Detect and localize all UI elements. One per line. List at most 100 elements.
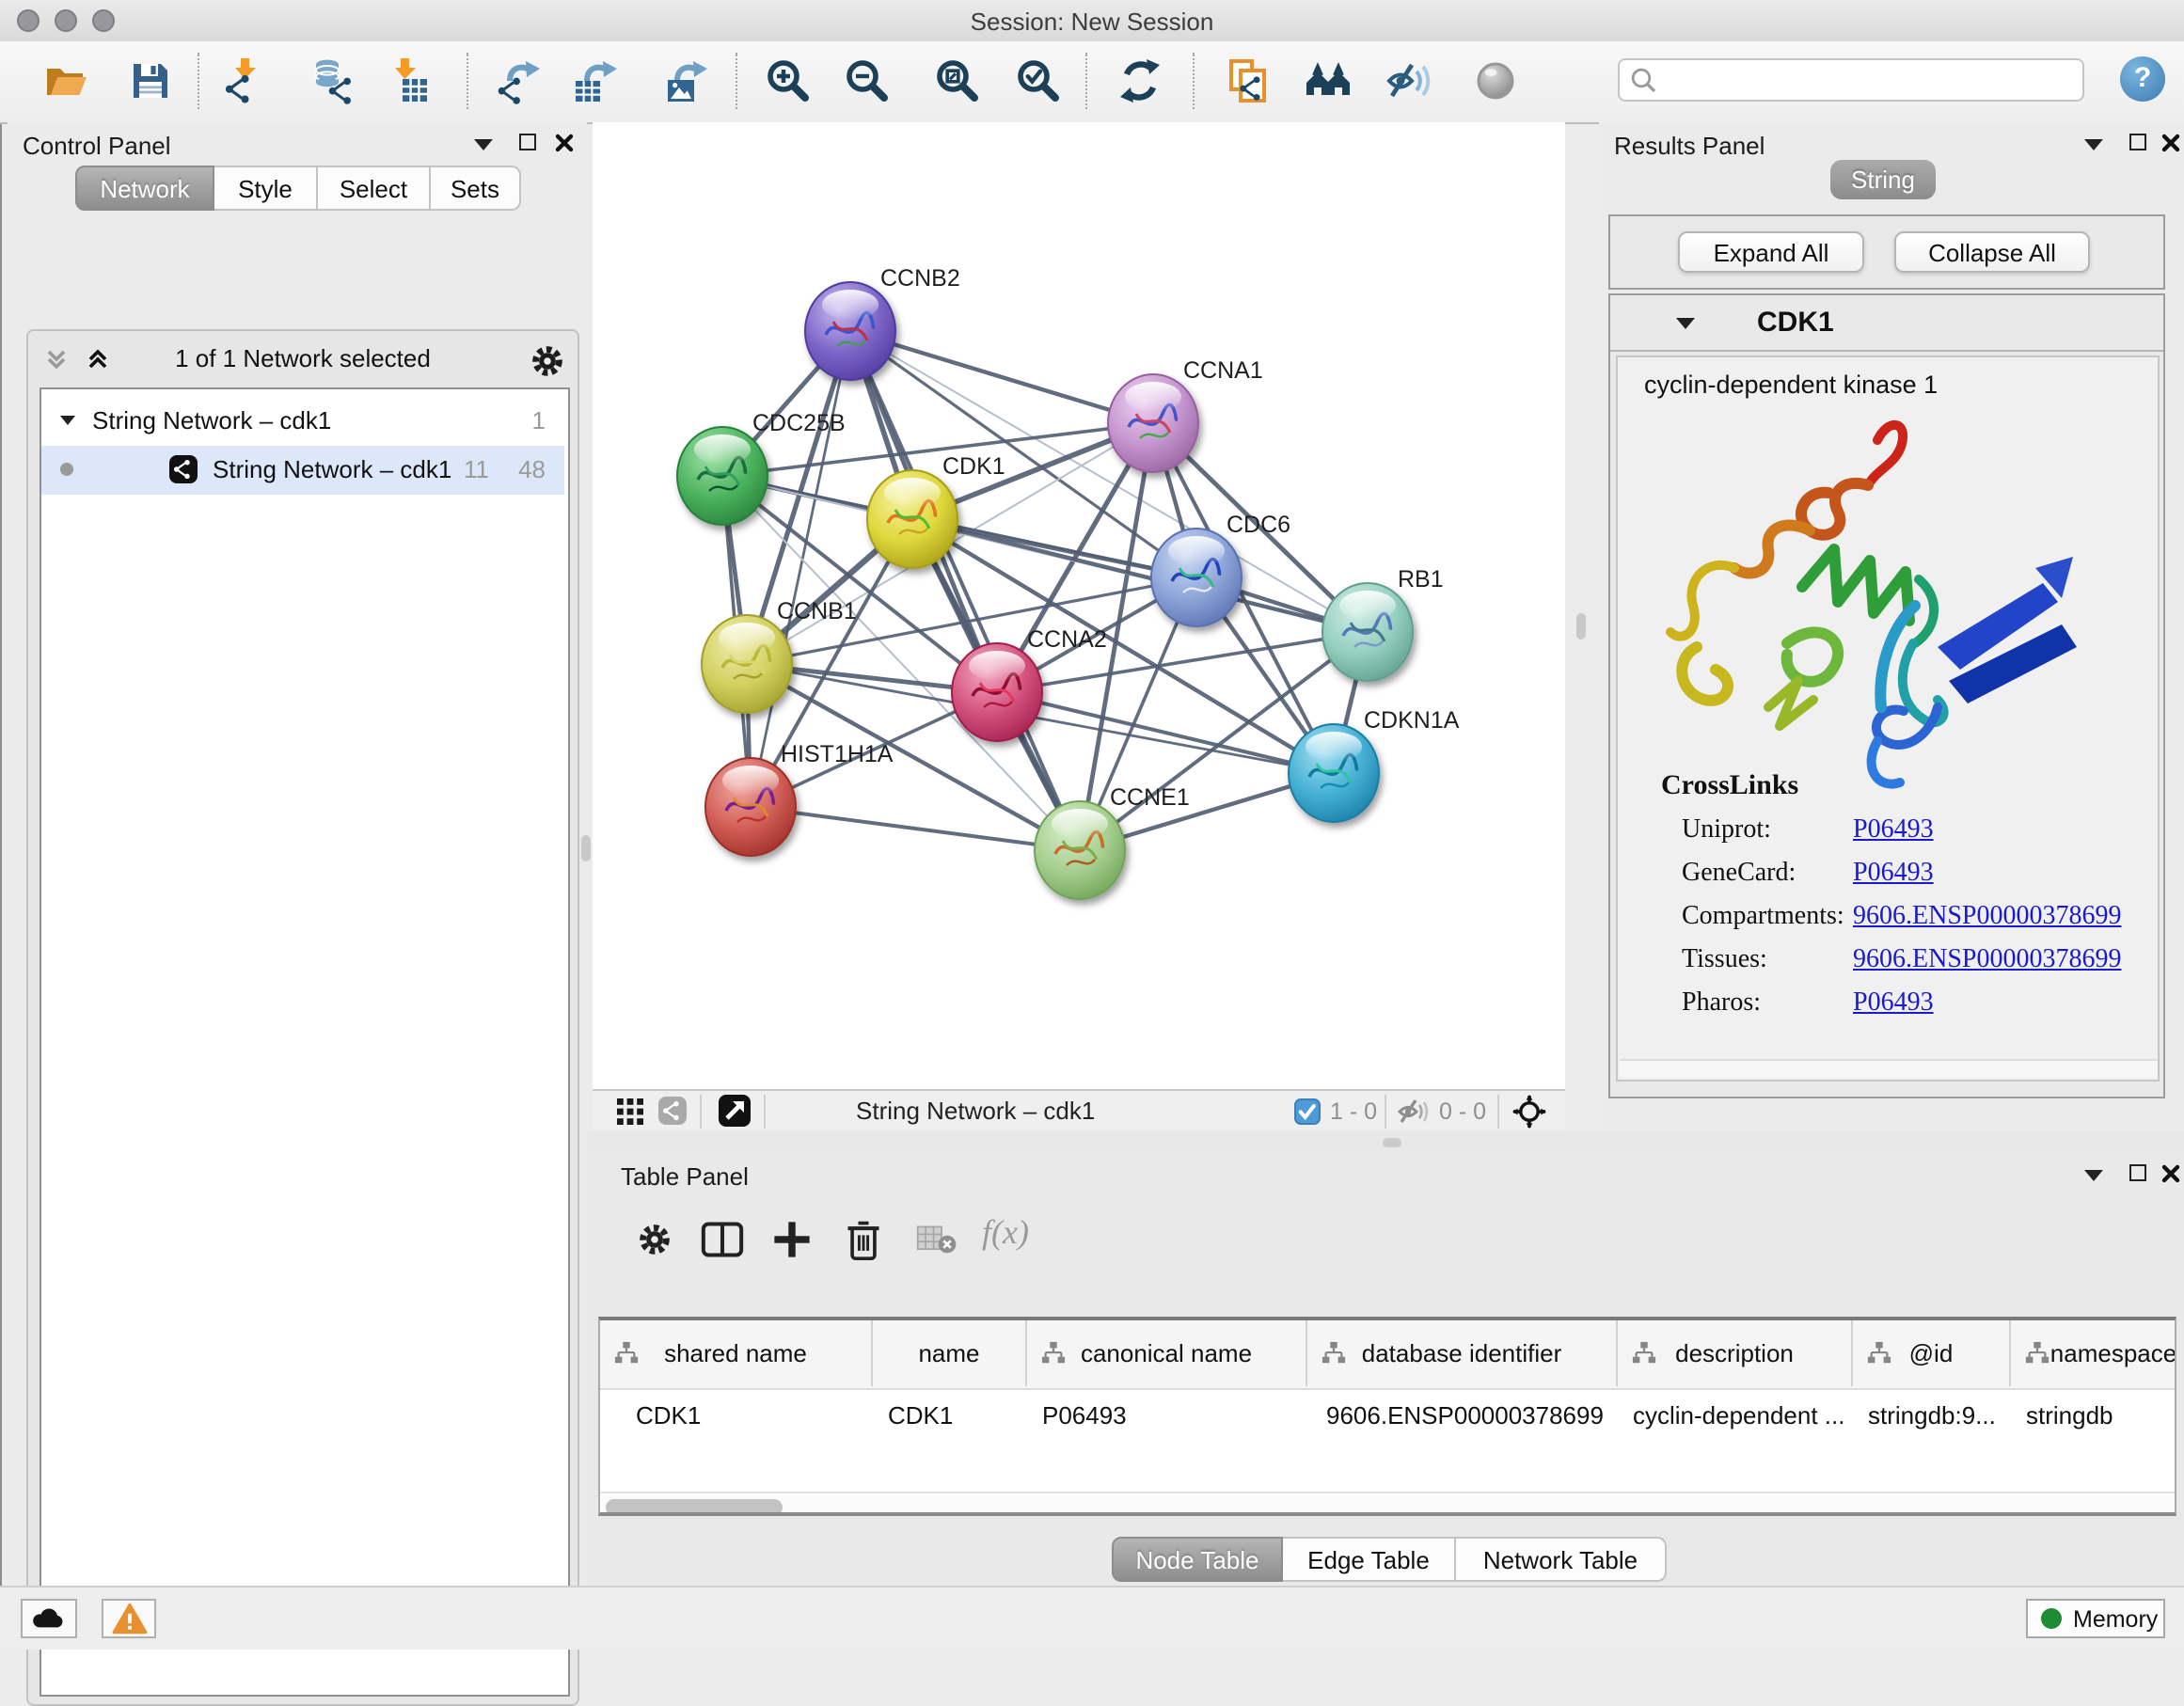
warning-status-button[interactable] [102,1599,156,1638]
table-horizontal-scrollbar[interactable] [600,1492,2175,1516]
results-scrollbar[interactable] [1620,1059,2158,1078]
column-header-shared-name[interactable]: shared name [600,1320,873,1386]
table-settings-gear-icon[interactable] [636,1221,673,1258]
export-image-icon[interactable] [662,56,711,105]
network-node-ccne1[interactable] [1035,801,1125,899]
close-panel-icon[interactable] [2161,134,2180,152]
horizontal-splitter[interactable] [587,1130,2184,1153]
protein-header[interactable]: CDK1 [1610,295,2163,352]
float-panel-icon[interactable] [474,139,493,150]
maximize-panel-icon[interactable] [2129,134,2146,150]
crosslink-link[interactable]: P06493 [1853,816,1934,846]
clone-network-document-icon[interactable] [1225,56,1274,105]
network-edge[interactable] [850,331,1080,850]
search-input[interactable] [1618,58,2084,102]
column-header-database-identifier[interactable]: database identifier [1307,1320,1618,1386]
crosslink-link[interactable]: 9606.ENSP00000378699 [1853,946,2121,976]
protein-name: CDK1 [1757,307,1834,339]
network-node-ccna1[interactable] [1108,374,1198,472]
show-columns-icon[interactable] [700,1219,745,1260]
birds-eye-view-icon[interactable] [719,1095,751,1127]
close-panel-icon[interactable] [555,134,574,152]
add-column-icon[interactable] [771,1219,813,1260]
fit-selected-crosshair-icon[interactable] [1512,1095,1546,1129]
cell-database-identifier[interactable]: 9606.ENSP00000378699 [1326,1388,1604,1445]
column-header-name[interactable]: name [873,1320,1027,1386]
tab-network-table[interactable]: Network Table [1456,1537,1667,1582]
delete-column-trash-icon[interactable] [843,1217,884,1262]
network-node-cdc6[interactable] [1151,529,1242,626]
network-node-hist1h1a[interactable] [705,758,796,856]
import-table-file-icon[interactable] [386,56,435,105]
maximize-panel-icon[interactable] [519,134,536,150]
tab-style[interactable]: Style [214,166,318,211]
network-node-cdc25b[interactable] [677,427,768,525]
crosslink-link[interactable]: 9606.ENSP00000378699 [1853,903,2121,933]
tab-select[interactable]: Select [318,166,431,211]
toggle-graphics-details-icon[interactable] [1385,56,1433,105]
float-panel-icon[interactable] [2084,1170,2103,1181]
network-view-share-icon[interactable] [658,1097,687,1125]
help-button[interactable]: ? [2120,56,2165,102]
scrollbar-thumb[interactable] [606,1499,783,1516]
crosslink-link[interactable]: P06493 [1853,989,1934,1019]
zoom-out-icon[interactable] [843,56,892,105]
column-header-id[interactable]: @id [1853,1320,2011,1386]
network-canvas[interactable]: CCNB2CCNA1CDC25BCDK1CDC6RB1CCNB1CCNA2CDK… [593,122,1565,1089]
left-splitter-handle[interactable] [581,835,591,861]
collection-expand-caret[interactable] [60,416,75,425]
network-node-cdkn1a[interactable] [1289,724,1379,822]
column-header-description[interactable]: description [1618,1320,1853,1386]
column-header-canonical-name[interactable]: canonical name [1027,1320,1307,1386]
cell-name[interactable]: CDK1 [888,1388,953,1445]
open-session-icon[interactable] [41,56,90,105]
float-panel-icon[interactable] [2084,139,2103,150]
cell-namespace[interactable]: stringdb [2026,1388,2113,1445]
network-edge[interactable] [850,331,1153,423]
network-collection-row[interactable]: String Network – cdk1 1 [41,397,564,446]
crosslink-link[interactable]: P06493 [1853,860,1934,890]
network-edge[interactable] [751,807,1080,850]
network-options-gear-icon[interactable] [529,342,566,380]
cloud-status-button[interactable] [21,1599,77,1638]
column-header-namespace[interactable]: namespace [2011,1320,2176,1386]
export-table-icon[interactable] [572,56,621,105]
zoom-in-icon[interactable] [764,56,813,105]
tab-sets[interactable]: Sets [431,166,521,211]
collapse-all-button[interactable]: Collapse All [1894,231,2090,273]
tab-network[interactable]: Network [75,166,214,211]
network-node-cdk1[interactable] [867,470,957,568]
zoom-fit-icon[interactable] [933,56,982,105]
protein-description: cyclin-dependent kinase 1 [1644,371,1938,399]
cell-shared-name[interactable]: CDK1 [636,1388,701,1445]
tab-string[interactable]: String [1830,160,1936,199]
network-node-ccnb1[interactable] [702,615,792,713]
cell-canonical-name[interactable]: P06493 [1042,1388,1127,1445]
network-row-selected[interactable]: String Network – cdk1 11 48 [41,446,564,495]
selected-checkbox-icon[interactable] [1294,1098,1321,1125]
right-splitter-handle[interactable] [1576,613,1586,640]
memory-button[interactable]: Memory [2026,1599,2165,1638]
grid-view-icon[interactable] [617,1098,643,1125]
home-networks-icon[interactable] [1304,56,1353,105]
cell-id[interactable]: stringdb:9... [1868,1388,1996,1445]
network-node-rb1[interactable] [1322,583,1413,681]
close-panel-icon[interactable] [2161,1164,2180,1183]
level-of-detail-icon[interactable] [1471,56,1520,105]
network-edge[interactable] [751,331,850,807]
expand-all-button[interactable]: Expand All [1678,231,1864,273]
maximize-panel-icon[interactable] [2129,1164,2146,1181]
cell-description[interactable]: cyclin-dependent ... [1633,1388,1844,1445]
network-node-ccna2[interactable] [952,643,1042,741]
tab-node-table[interactable]: Node Table [1112,1537,1283,1582]
network-node-ccnb2[interactable] [805,282,895,380]
update-network-icon[interactable] [1116,56,1164,105]
table-toolbar: f(x) [587,1213,2184,1266]
tab-edge-table[interactable]: Edge Table [1283,1537,1456,1582]
import-network-file-icon[interactable] [220,56,269,105]
save-session-icon[interactable] [126,56,175,105]
zoom-selected-icon[interactable] [1014,56,1063,105]
protein-collapse-caret[interactable] [1676,318,1695,329]
import-network-database-icon[interactable] [310,56,359,105]
export-network-icon[interactable] [495,56,544,105]
